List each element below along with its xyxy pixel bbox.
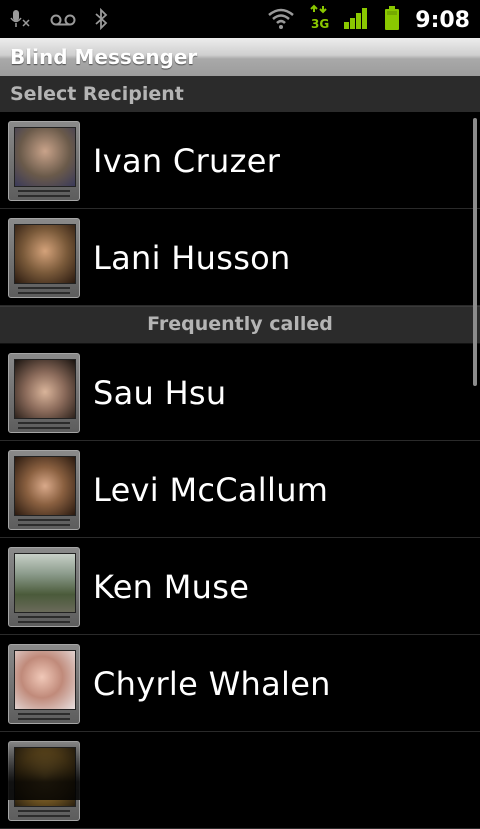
contact-name: Ivan Cruzer <box>93 142 281 180</box>
bluetooth-icon <box>94 7 108 34</box>
wifi-icon <box>267 6 295 34</box>
list-item-contact[interactable]: Ivan Cruzer <box>0 112 480 209</box>
section-title: Select Recipient <box>10 83 184 105</box>
battery-icon <box>383 5 401 35</box>
frequently-called-header: Frequently called <box>0 306 480 344</box>
app-title: Blind Messenger <box>10 45 198 69</box>
status-bar: 3G 9:08 <box>0 0 480 38</box>
avatar-photo <box>14 127 76 187</box>
avatar-photo <box>14 650 76 710</box>
list-fade-overlay <box>0 740 480 800</box>
contact-avatar[interactable] <box>8 547 80 627</box>
svg-text:3G: 3G <box>311 17 329 31</box>
list-item-contact[interactable]: Ken Muse <box>0 538 480 635</box>
contact-avatar[interactable] <box>8 353 80 433</box>
mic-muted-icon <box>10 8 32 34</box>
avatar-photo <box>14 553 76 613</box>
list-item-contact[interactable]: Sau Hsu <box>0 344 480 441</box>
contact-name: Sau Hsu <box>93 374 227 412</box>
list-item-contact[interactable]: Levi McCallum <box>0 441 480 538</box>
contact-name: Levi McCallum <box>93 471 329 509</box>
avatar-photo <box>14 224 76 284</box>
avatar-photo <box>14 359 76 419</box>
voicemail-icon <box>50 12 76 31</box>
clock: 9:08 <box>415 7 470 33</box>
contact-list[interactable]: Ivan Cruzer Lani Husson Frequently calle… <box>0 112 480 829</box>
list-item-contact[interactable]: Lani Husson <box>0 209 480 306</box>
contact-avatar[interactable] <box>8 121 80 201</box>
contact-name: Chyrle Whalen <box>93 665 331 703</box>
contact-avatar[interactable] <box>8 644 80 724</box>
app-title-bar: Blind Messenger <box>0 38 480 77</box>
section-title: Frequently called <box>147 313 333 335</box>
contact-name: Lani Husson <box>93 239 291 277</box>
contact-avatar[interactable] <box>8 450 80 530</box>
select-recipient-header: Select Recipient <box>0 76 480 113</box>
contact-avatar[interactable] <box>8 218 80 298</box>
contact-name: Ken Muse <box>93 568 250 606</box>
scrollbar[interactable] <box>473 118 477 386</box>
signal-icon <box>343 6 369 34</box>
avatar-photo <box>14 456 76 516</box>
3g-data-icon: 3G <box>309 4 329 36</box>
list-item-contact[interactable]: Chyrle Whalen <box>0 635 480 732</box>
